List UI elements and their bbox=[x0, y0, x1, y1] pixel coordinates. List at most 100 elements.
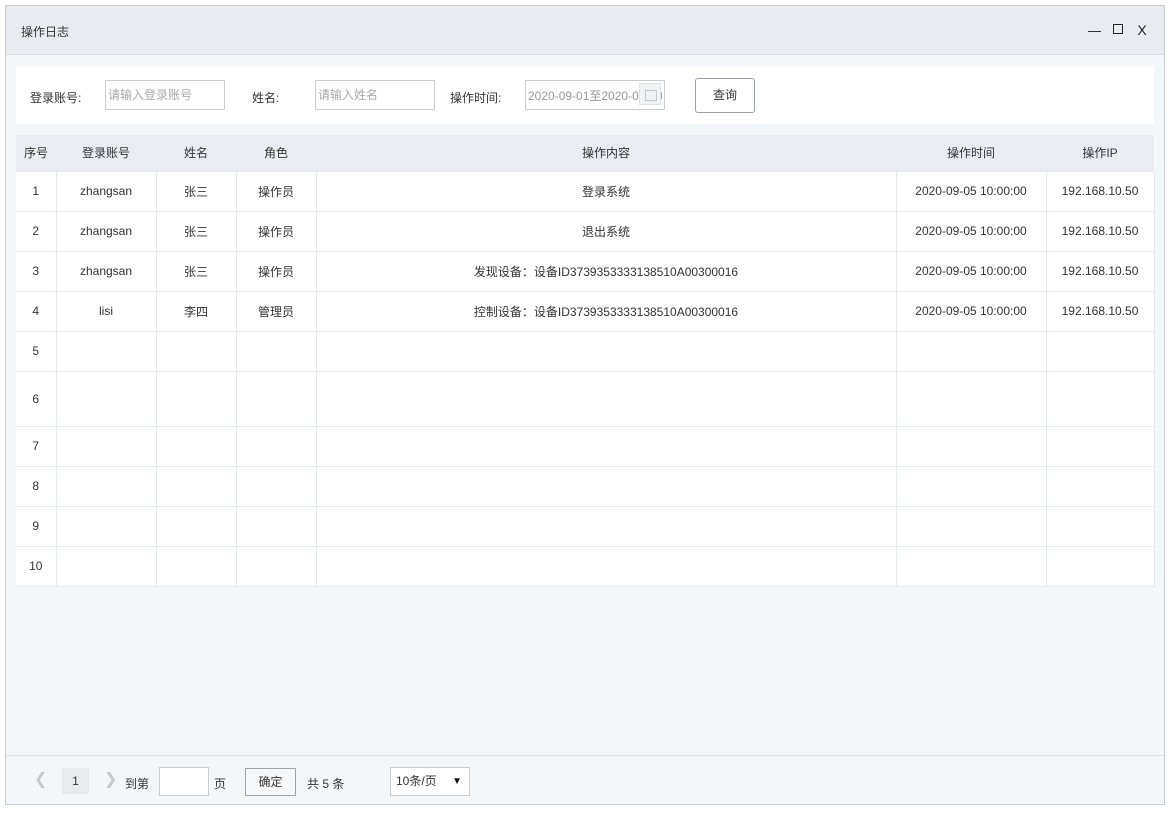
header-role[interactable]: 角色 bbox=[236, 135, 316, 171]
cell-name: 张三 bbox=[155, 250, 237, 292]
chevron-left-icon[interactable]: ❮ bbox=[34, 770, 47, 790]
cell-role bbox=[235, 425, 317, 467]
cell-account bbox=[55, 370, 157, 427]
cell-account bbox=[55, 465, 157, 507]
header-index[interactable]: 序号 bbox=[16, 135, 56, 171]
cell-name: 张三 bbox=[155, 170, 237, 212]
cell-content: 退出系统 bbox=[315, 210, 897, 252]
chevron-right-icon[interactable]: ❯ bbox=[104, 770, 117, 790]
cell-time bbox=[895, 330, 1047, 372]
search-bar: 登录账号: 姓名: 操作时间: 查询 bbox=[16, 66, 1154, 124]
cell-index: 2 bbox=[16, 210, 57, 252]
header-ip[interactable]: 操作IP bbox=[1046, 135, 1154, 171]
page-size-value: 10条/页 bbox=[396, 774, 437, 788]
cell-name bbox=[155, 465, 237, 507]
table-row[interactable]: 4 lisi 李四 管理员 控制设备：设备ID3739353333138510A… bbox=[16, 290, 1155, 332]
query-button[interactable]: 查询 bbox=[695, 78, 755, 113]
cell-index: 7 bbox=[16, 425, 57, 467]
table-row[interactable]: 9 bbox=[16, 505, 1155, 547]
cell-index: 1 bbox=[16, 170, 57, 212]
page-number-current[interactable]: 1 bbox=[62, 768, 89, 794]
table-row[interactable]: 1 zhangsan 张三 操作员 登录系统 2020-09-05 10:00:… bbox=[16, 170, 1155, 212]
cell-index: 4 bbox=[16, 290, 57, 332]
cell-index: 9 bbox=[16, 505, 57, 547]
table-row[interactable]: 3 zhangsan 张三 操作员 发现设备：设备ID3739353333138… bbox=[16, 250, 1155, 292]
maximize-icon[interactable] bbox=[1109, 20, 1129, 40]
cell-time: 2020-09-05 10:00:00 bbox=[895, 170, 1047, 212]
page-size-select[interactable]: 10条/页 ▼ bbox=[390, 767, 470, 796]
cell-ip bbox=[1045, 545, 1155, 587]
name-label: 姓名: bbox=[252, 91, 280, 105]
cell-name: 张三 bbox=[155, 210, 237, 252]
cell-content bbox=[315, 465, 897, 507]
cell-time bbox=[895, 465, 1047, 507]
cell-content bbox=[315, 330, 897, 372]
calendar-icon[interactable] bbox=[639, 83, 661, 105]
cell-time: 2020-09-05 10:00:00 bbox=[895, 290, 1047, 332]
window-title: 操作日志 bbox=[21, 25, 70, 39]
cell-content: 登录系统 bbox=[315, 170, 897, 212]
cell-ip: 192.168.10.50 bbox=[1045, 170, 1155, 212]
cell-content bbox=[315, 370, 897, 427]
header-time[interactable]: 操作时间 bbox=[896, 135, 1046, 171]
cell-role: 管理员 bbox=[235, 290, 317, 332]
operation-log-window: 操作日志 X 登录账号: 姓名: 操作时间: 查询 序号 登录账号 姓名 角色 … bbox=[5, 5, 1165, 805]
header-name[interactable]: 姓名 bbox=[156, 135, 236, 171]
cell-account bbox=[55, 545, 157, 587]
cell-name bbox=[155, 505, 237, 547]
close-icon[interactable]: X bbox=[1132, 20, 1152, 40]
table-row[interactable]: 8 bbox=[16, 465, 1155, 507]
cell-role: 操作员 bbox=[235, 210, 317, 252]
time-label: 操作时间: bbox=[450, 91, 502, 105]
goto-page-input[interactable] bbox=[159, 767, 209, 796]
total-count: 共 5 条 bbox=[307, 777, 345, 791]
table-row[interactable]: 6 bbox=[16, 370, 1155, 427]
name-input[interactable] bbox=[315, 80, 435, 110]
confirm-button[interactable]: 确定 bbox=[245, 768, 296, 796]
cell-role bbox=[235, 505, 317, 547]
cell-role: 操作员 bbox=[235, 170, 317, 212]
cell-time: 2020-09-05 10:00:00 bbox=[895, 210, 1047, 252]
cell-role bbox=[235, 465, 317, 507]
cell-role bbox=[235, 545, 317, 587]
cell-content: 控制设备：设备ID3739353333138510A00300016 bbox=[315, 290, 897, 332]
cell-index: 3 bbox=[16, 250, 57, 292]
cell-time bbox=[895, 425, 1047, 467]
cell-name: 李四 bbox=[155, 290, 237, 332]
table-row[interactable]: 7 bbox=[16, 425, 1155, 467]
cell-time bbox=[895, 505, 1047, 547]
cell-account bbox=[55, 505, 157, 547]
cell-index: 5 bbox=[16, 330, 57, 372]
cell-role bbox=[235, 330, 317, 372]
header-account[interactable]: 登录账号 bbox=[56, 135, 156, 171]
table-row[interactable]: 2 zhangsan 张三 操作员 退出系统 2020-09-05 10:00:… bbox=[16, 210, 1155, 252]
header-content[interactable]: 操作内容 bbox=[316, 135, 896, 171]
cell-ip bbox=[1045, 465, 1155, 507]
cell-ip bbox=[1045, 425, 1155, 467]
cell-account: lisi bbox=[55, 290, 157, 332]
goto-label: 到第 bbox=[125, 777, 150, 791]
account-input[interactable] bbox=[105, 80, 225, 110]
cell-content: 发现设备：设备ID3739353333138510A00300016 bbox=[315, 250, 897, 292]
cell-name bbox=[155, 330, 237, 372]
cell-content bbox=[315, 425, 897, 467]
cell-content bbox=[315, 505, 897, 547]
title-bar: 操作日志 X bbox=[6, 6, 1164, 55]
cell-account bbox=[55, 330, 157, 372]
cell-ip: 192.168.10.50 bbox=[1045, 210, 1155, 252]
log-table: 序号 登录账号 姓名 角色 操作内容 操作时间 操作IP 1 zhangsan … bbox=[16, 135, 1155, 587]
cell-account: zhangsan bbox=[55, 250, 157, 292]
cell-ip bbox=[1045, 505, 1155, 547]
cell-name bbox=[155, 370, 237, 427]
cell-time bbox=[895, 545, 1047, 587]
cell-role: 操作员 bbox=[235, 250, 317, 292]
cell-index: 8 bbox=[16, 465, 57, 507]
table-row[interactable]: 5 bbox=[16, 330, 1155, 372]
cell-ip bbox=[1045, 330, 1155, 372]
table-header-row: 序号 登录账号 姓名 角色 操作内容 操作时间 操作IP bbox=[16, 135, 1154, 171]
page-unit-label: 页 bbox=[214, 777, 227, 791]
cell-content bbox=[315, 545, 897, 587]
cell-time bbox=[895, 370, 1047, 427]
minimize-icon[interactable] bbox=[1085, 20, 1105, 40]
table-row[interactable]: 10 bbox=[16, 545, 1155, 587]
